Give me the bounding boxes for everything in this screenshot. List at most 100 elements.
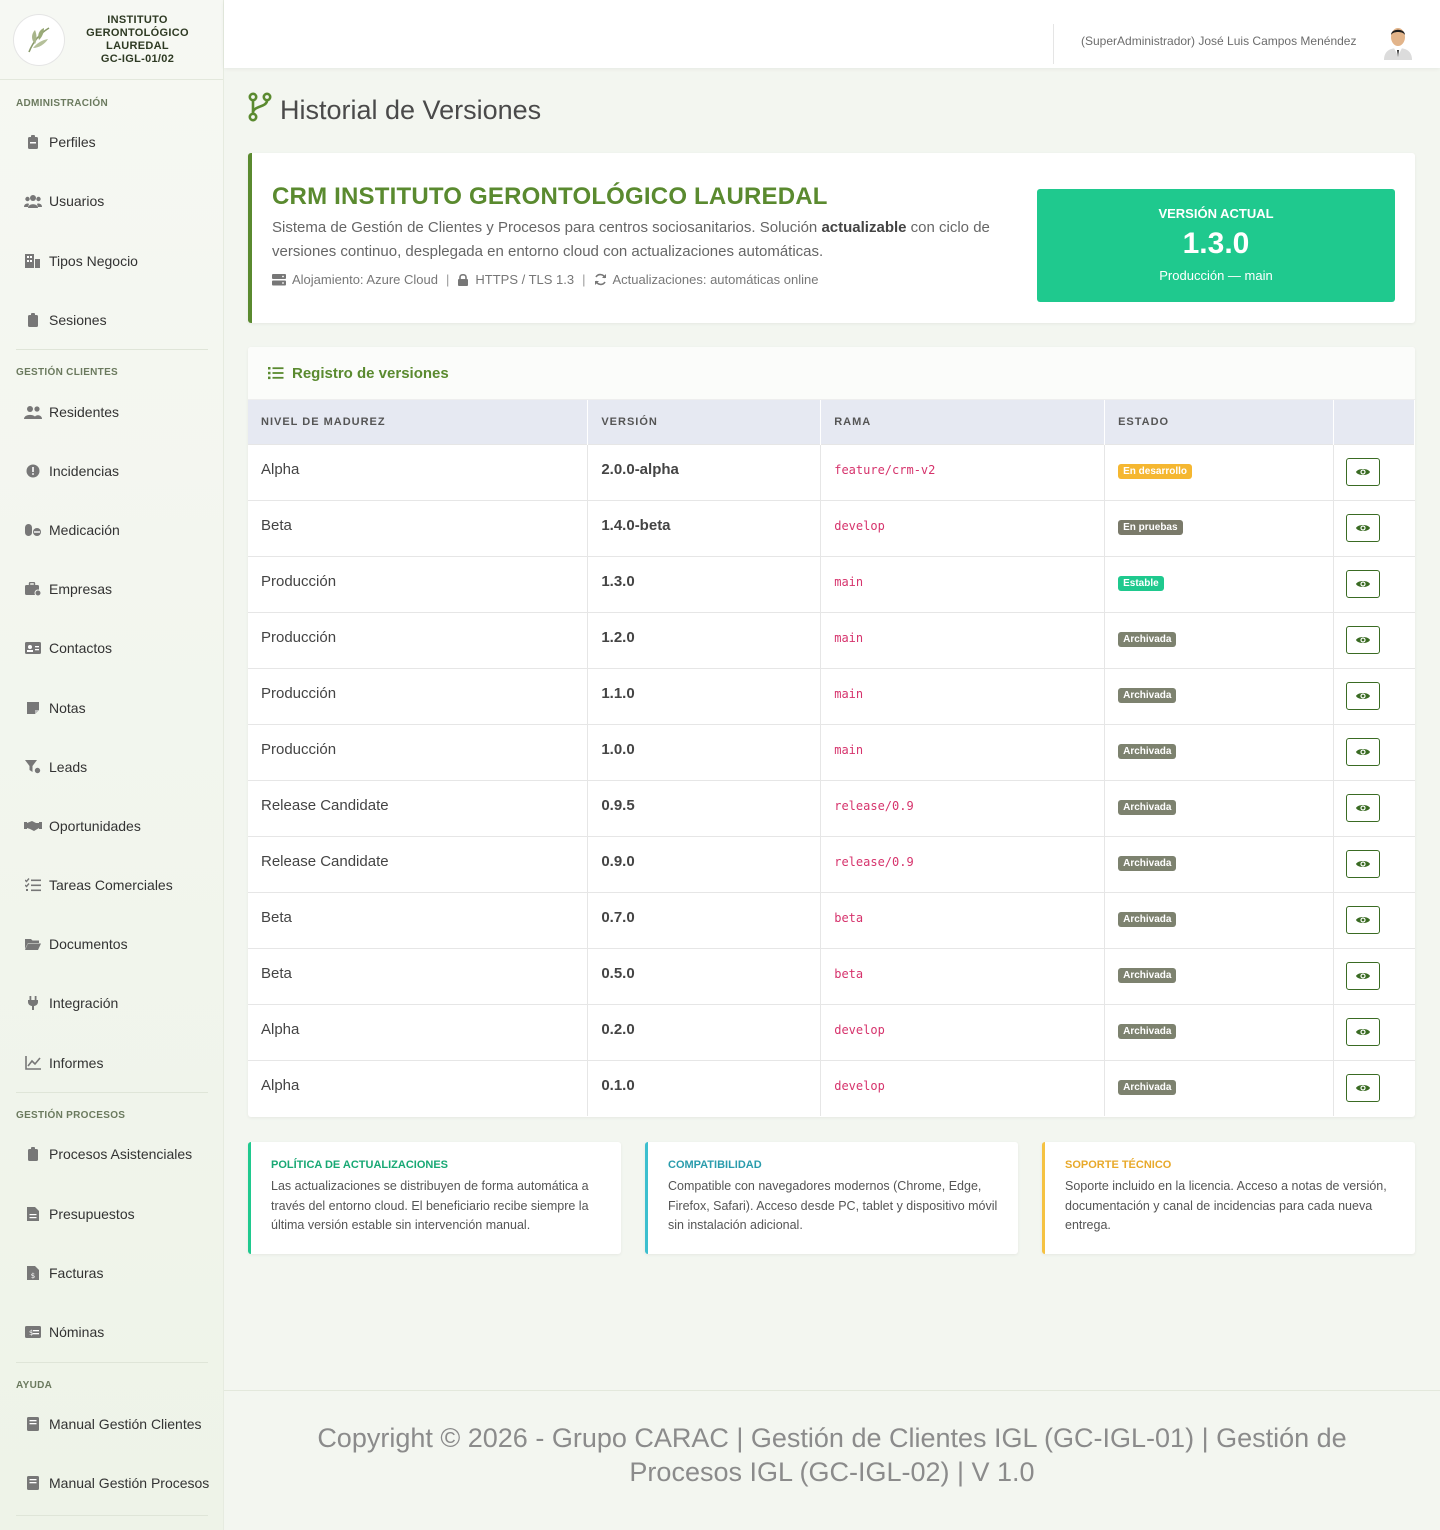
handshake-icon xyxy=(24,818,42,834)
column-header-actions xyxy=(1333,400,1415,444)
sidebar-item-sesiones[interactable]: Sesiones xyxy=(0,305,224,335)
svg-text:$: $ xyxy=(31,1272,35,1280)
sidebar-item-contactos[interactable]: Contactos xyxy=(0,633,224,663)
info-card-body: Compatible con navegadores modernos (Chr… xyxy=(668,1179,998,1232)
cell-branch: main xyxy=(820,668,1106,724)
column-header[interactable]: NIVEL DE MADUREZ xyxy=(248,400,589,444)
cell-actions xyxy=(1333,948,1414,1004)
column-header[interactable]: VERSIÓN xyxy=(587,400,822,444)
view-version-button[interactable] xyxy=(1345,1017,1380,1046)
sidebar-item-label: Tareas Comerciales xyxy=(49,877,173,893)
status-badge: En desarrollo xyxy=(1118,463,1192,479)
view-version-button[interactable] xyxy=(1345,905,1380,934)
table-header-row: NIVEL DE MADUREZ VERSIÓN RAMA ESTADO xyxy=(248,400,1415,444)
sidebar-item-label: Manual Gestión Procesos xyxy=(49,1475,210,1491)
sidebar-item-integracion[interactable]: Integración xyxy=(0,988,224,1018)
sidebar-item-tipos-negocio[interactable]: Tipos Negocio xyxy=(0,246,224,276)
cell-branch: beta xyxy=(820,948,1106,1004)
product-summary-card: CRM INSTITUTO GERONTOLÓGICO LAUREDAL Sis… xyxy=(248,153,1415,323)
view-version-button[interactable] xyxy=(1345,569,1380,598)
badge-icon xyxy=(24,134,42,150)
cell-branch: main xyxy=(820,612,1106,668)
user-name[interactable]: (SuperAdministrador) José Luis Campos Me… xyxy=(1081,34,1356,48)
view-version-button[interactable] xyxy=(1345,737,1380,766)
section-ayuda: AYUDA xyxy=(16,1380,53,1391)
cell-actions xyxy=(1333,500,1414,556)
eye-icon xyxy=(1355,803,1370,813)
sidebar-item-empresas[interactable]: Empresas xyxy=(0,574,224,604)
cell-actions xyxy=(1333,724,1414,780)
table-row: Alpha 0.2.0 develop Archivada xyxy=(248,1004,1415,1060)
divider xyxy=(16,1092,208,1093)
update-policy-card: POLÍTICA DE ACTUALIZACIONES Las actualiz… xyxy=(248,1142,621,1254)
sidebar-item-usuarios[interactable]: Usuarios xyxy=(0,186,224,216)
sidebar-item-facturas[interactable]: $ Facturas xyxy=(0,1258,224,1288)
invoice-icon: $ xyxy=(24,1265,42,1281)
info-card-body: Soporte incluido en la licencia. Acceso … xyxy=(1065,1179,1387,1232)
cell-level: Beta xyxy=(248,892,589,948)
sidebar-item-oportunidades[interactable]: Oportunidades xyxy=(0,811,224,841)
users-icon xyxy=(24,404,42,420)
table-row: Release Candidate 0.9.5 release/0.9 Archiva… xyxy=(248,780,1415,836)
product-title: CRM INSTITUTO GERONTOLÓGICO LAUREDAL xyxy=(272,183,828,210)
cell-branch: main xyxy=(820,724,1106,780)
view-version-button[interactable] xyxy=(1345,513,1380,542)
current-version-box: VERSIÓN ACTUAL 1.3.0 Producción — main xyxy=(1037,189,1395,302)
sidebar-item-tareas-comerciales[interactable]: Tareas Comerciales xyxy=(0,870,224,900)
section-gestion-clientes: GESTIÓN CLIENTES xyxy=(16,367,119,378)
sidebar-item-medicacion[interactable]: Medicación xyxy=(0,515,224,545)
cell-status: Archivada xyxy=(1104,1060,1334,1116)
view-version-button[interactable] xyxy=(1345,625,1380,654)
sidebar-item-manual-gestion-procesos[interactable]: Manual Gestión Procesos xyxy=(0,1468,224,1498)
info-card-title: COMPATIBILIDAD xyxy=(668,1159,762,1171)
status-badge: Archivada xyxy=(1118,687,1177,703)
view-version-button[interactable] xyxy=(1345,457,1380,486)
sidebar-item-informes[interactable]: Informes xyxy=(0,1048,224,1078)
status-badge: Archivada xyxy=(1118,1079,1177,1095)
status-badge: Archivada xyxy=(1118,967,1177,983)
sidebar-item-perfiles[interactable]: Perfiles xyxy=(0,127,224,157)
cell-branch: develop xyxy=(820,1060,1106,1116)
sidebar-item-notas[interactable]: Notas xyxy=(0,693,224,723)
sidebar-item-leads[interactable]: Leads xyxy=(0,752,224,782)
status-badge: Archivada xyxy=(1118,1023,1177,1039)
topbar: (SuperAdministrador) José Luis Campos Me… xyxy=(224,0,1440,68)
current-version-number: 1.3.0 xyxy=(1182,227,1250,260)
sidebar-item-label: Procesos Asistenciales xyxy=(49,1146,193,1162)
view-version-button[interactable] xyxy=(1345,793,1380,822)
status-badge: Archivada xyxy=(1118,631,1177,647)
sidebar-item-residentes[interactable]: Residentes xyxy=(0,397,224,427)
view-version-button[interactable] xyxy=(1345,1073,1380,1102)
current-version-label: VERSIÓN ACTUAL xyxy=(1158,206,1274,221)
file-icon xyxy=(24,1206,42,1222)
section-gestion-procesos: GESTIÓN PROCESOS xyxy=(16,1110,126,1121)
brand[interactable]: INSTITUTO GERONTOLÓGICO LAUREDAL GC-IGL-… xyxy=(0,0,223,80)
cell-version: 1.2.0 xyxy=(587,612,822,668)
sidebar-item-procesos-asistenciales[interactable]: Procesos Asistenciales xyxy=(0,1139,224,1169)
sidebar-item-manual-gestion-clientes[interactable]: Manual Gestión Clientes xyxy=(0,1409,224,1439)
sidebar-item-label: Sesiones xyxy=(49,312,107,328)
sidebar-item-label: Manual Gestión Clientes xyxy=(49,1416,202,1432)
column-header[interactable]: RAMA xyxy=(820,400,1106,444)
eye-icon xyxy=(1355,859,1370,869)
cell-branch: feature/crm-v2 xyxy=(820,444,1106,500)
column-header[interactable]: ESTADO xyxy=(1104,400,1334,444)
cell-actions xyxy=(1333,444,1414,500)
status-badge: En pruebas xyxy=(1118,519,1183,535)
clipboard-icon xyxy=(24,1146,42,1162)
sidebar-item-nominas[interactable]: $ Nóminas xyxy=(0,1317,224,1347)
cell-version: 0.9.0 xyxy=(587,836,822,892)
book-icon xyxy=(24,1416,42,1432)
sidebar-item-label: Medicación xyxy=(49,522,120,538)
avatar[interactable] xyxy=(1382,24,1414,60)
sidebar-item-documentos[interactable]: Documentos xyxy=(0,929,224,959)
sidebar-item-presupuestos[interactable]: Presupuestos xyxy=(0,1199,224,1229)
view-version-button[interactable] xyxy=(1345,681,1380,710)
sidebar-item-incidencias[interactable]: Incidencias xyxy=(0,456,224,486)
cell-actions xyxy=(1333,780,1414,836)
status-badge: Archivada xyxy=(1118,911,1177,927)
id-card-icon xyxy=(24,640,42,656)
chart-icon xyxy=(24,1055,42,1071)
view-version-button[interactable] xyxy=(1345,961,1380,990)
view-version-button[interactable] xyxy=(1345,849,1380,878)
